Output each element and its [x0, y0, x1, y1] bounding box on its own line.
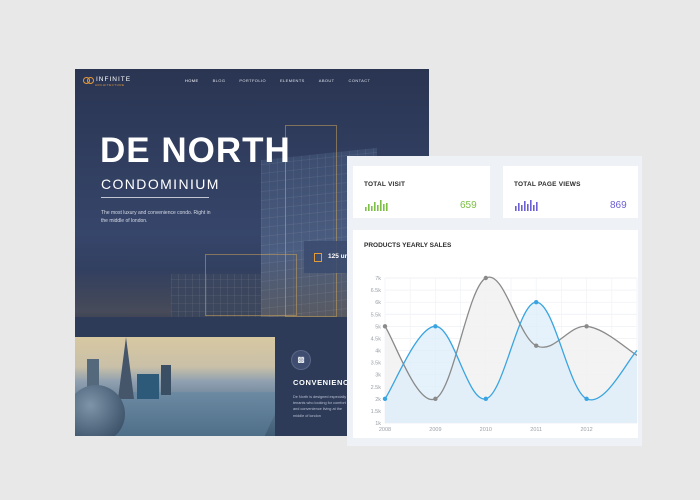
total-page-views-label: TOTAL PAGE VIEWS: [514, 181, 581, 188]
total-visit-sparkline: [365, 200, 388, 211]
site-nav: INFINITE ARCHITECTURE HOME BLOG PORTFOLI…: [75, 69, 429, 97]
spark-bar: [527, 204, 529, 211]
x-tick-label: 2012: [580, 427, 592, 433]
spark-bar: [365, 207, 367, 211]
hero-divider: [101, 197, 209, 198]
total-visit-card: TOTAL VISIT 659: [353, 166, 490, 218]
y-tick-label: 3.5k: [371, 361, 382, 367]
spark-bar: [368, 204, 370, 211]
y-tick-label: 4.5k: [371, 336, 382, 342]
logo-subtitle: ARCHITECTURE: [95, 83, 125, 87]
data-point: [382, 396, 388, 402]
spark-bar: [530, 200, 532, 211]
data-point: [382, 324, 388, 329]
menu-item-contact[interactable]: CONTACT: [349, 78, 371, 83]
photo-building: [161, 365, 171, 395]
data-point: [584, 396, 589, 402]
menu-item-home[interactable]: HOME: [185, 78, 199, 83]
hero-title: DE NORTH: [100, 131, 291, 170]
spark-bar: [518, 203, 520, 211]
y-tick-label: 3k: [375, 373, 381, 379]
data-point: [483, 396, 488, 402]
menu-item-blog[interactable]: BLOG: [213, 78, 226, 83]
data-point: [584, 324, 589, 329]
convenience-title: CONVENIENCE: [293, 378, 355, 387]
x-tick-label: 2010: [480, 427, 492, 433]
x-tick-label: 2011: [530, 427, 542, 433]
data-point: [433, 324, 438, 329]
y-tick-label: 5k: [375, 324, 381, 330]
convenience-description: De North is designed especially for tena…: [293, 395, 352, 418]
spark-bar: [380, 200, 382, 211]
spark-bar: [524, 201, 526, 211]
yearly-sales-chart: 1k1.5k2k2.5k3k3.5k4k4.5k5k5.5k6k6.5k7k20…: [371, 275, 638, 433]
y-tick-label: 1.5k: [371, 409, 382, 415]
y-tick-label: 5.5k: [371, 312, 382, 318]
total-page-views-card: TOTAL PAGE VIEWS 869: [503, 166, 638, 218]
total-visit-value: 659: [460, 200, 477, 211]
spark-bar: [374, 202, 376, 211]
data-point: [483, 275, 488, 281]
menu-item-about[interactable]: ABOUT: [319, 78, 335, 83]
total-visit-label: TOTAL VISIT: [364, 181, 406, 188]
units-text: 125 un: [328, 253, 349, 260]
menu-item-portfolio[interactable]: PORTFOLIO: [239, 78, 266, 83]
x-tick-label: 2009: [429, 427, 441, 433]
building-icon: [314, 253, 322, 262]
total-page-views-value: 869: [610, 200, 627, 211]
spark-bar: [515, 206, 517, 211]
spark-bar: [536, 202, 538, 211]
data-point: [534, 343, 539, 348]
y-tick-label: 2k: [375, 397, 381, 403]
spark-bar: [383, 204, 385, 211]
photo-shard-tower: [118, 337, 134, 399]
photo-building: [137, 374, 159, 399]
data-point: [433, 396, 438, 402]
hero-description: The most luxury and convenience condo. R…: [101, 210, 211, 224]
frame-line: [205, 254, 297, 316]
y-tick-label: 4k: [375, 349, 381, 355]
x-tick-label: 2008: [379, 427, 391, 433]
y-tick-label: 2.5k: [371, 385, 382, 391]
site-logo[interactable]: INFINITE: [83, 76, 132, 84]
hero-subtitle: CONDOMINIUM: [101, 176, 220, 192]
bus-icon: ▩: [291, 350, 311, 370]
river-photo: [75, 337, 275, 436]
data-point: [534, 299, 539, 305]
spark-bar: [533, 205, 535, 211]
page-views-sparkline: [515, 200, 538, 211]
logo-text: INFINITE: [96, 76, 132, 83]
y-tick-label: 6k: [375, 300, 381, 306]
site-menu: HOME BLOG PORTFOLIO ELEMENTS ABOUT CONTA…: [185, 78, 370, 83]
spark-bar: [521, 205, 523, 211]
yearly-sales-card: PRODUCTS YEARLY SALES 1k 1.5k 2k 2.5k 3k 3.5k…: [353, 230, 638, 438]
y-tick-label: 6.5k: [371, 288, 382, 294]
y-tick-label: 7k: [375, 276, 381, 282]
spark-bar: [371, 206, 373, 211]
spark-bar: [377, 205, 379, 211]
logo-icon: [83, 76, 94, 84]
spark-bar: [386, 203, 388, 211]
menu-item-elements[interactable]: ELEMENTS: [280, 78, 305, 83]
